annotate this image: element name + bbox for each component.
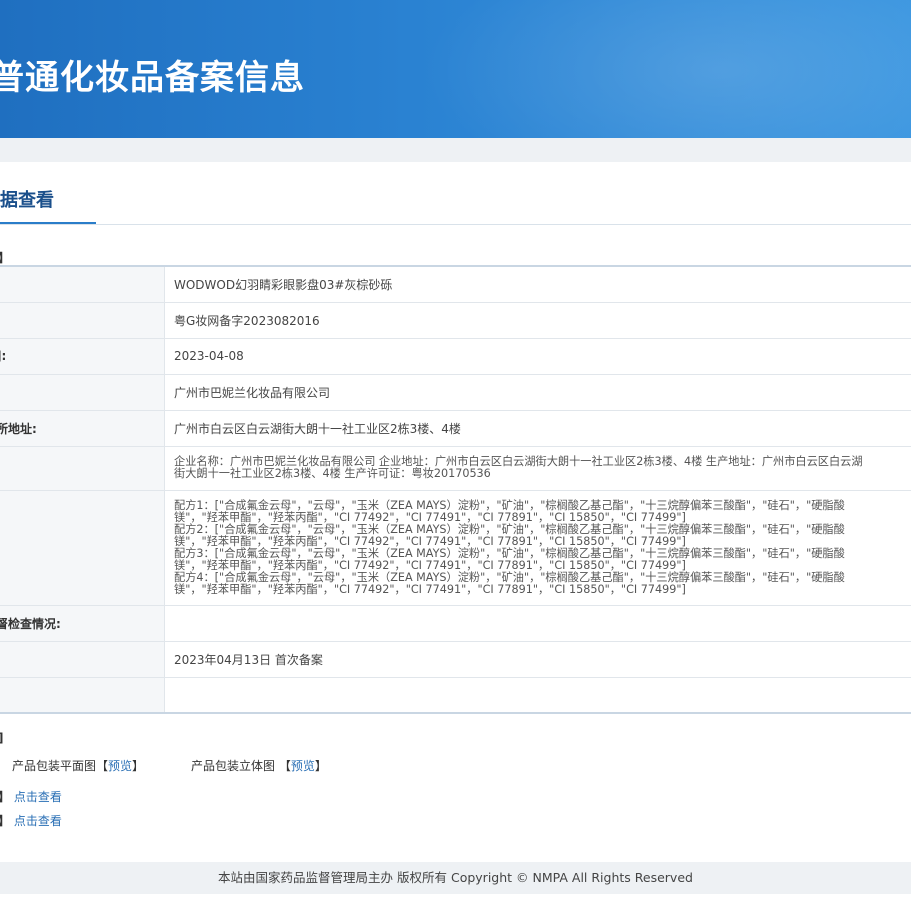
view-link[interactable]: 点击查看 bbox=[14, 814, 62, 828]
preview-3d-link[interactable]: 预览 bbox=[291, 759, 315, 773]
formula-line: 配方4：["合成氟金云母"，"云母"，"玉米（ZEA MAYS）淀粉"，"矿油"… bbox=[174, 570, 845, 584]
row-label: 督检查情况: bbox=[0, 616, 61, 631]
filer-address-value: 广州市白云区白云湖街大朗十一社工业区2栋3楼、4楼 bbox=[164, 410, 911, 447]
row-label: : bbox=[0, 277, 164, 291]
filer-name-value: 广州市巴妮兰化妆品有限公司 bbox=[164, 374, 911, 411]
row-label: ]: bbox=[0, 349, 7, 363]
manufacturer-value: 企业名称：广州市巴妮兰化妆品有限公司 企业地址：广州市白云区白云湖街大朗十一社工… bbox=[164, 446, 911, 491]
table-row: : 企业名称：广州市巴妮兰化妆品有限公司 企业地址：广州市白云区白云湖街大朗十一… bbox=[0, 446, 911, 491]
formula-line: 镁"，"羟苯甲酯"，"羟苯丙酯"，"CI 77492"，"CI 77491"，"… bbox=[174, 534, 686, 548]
divider bbox=[0, 224, 911, 225]
product-name-value: WODWOD幻羽睛彩眼影盘03#灰棕砂砾 bbox=[164, 266, 911, 303]
table-row: 所地址: 广州市白云区白云湖街大朗十一社工业区2栋3楼、4楼 bbox=[0, 410, 911, 447]
filing-date-value: 2023-04-08 bbox=[164, 338, 911, 375]
change-history-value: 2023年04月13日 首次备案 bbox=[164, 641, 911, 678]
record-table: : WODWOD幻羽睛彩眼影盘03#灰棕砂砾 : 粤G妆网备字202308201… bbox=[0, 265, 911, 714]
row-label: : bbox=[0, 652, 164, 666]
formula-line: 镁"，"羟苯甲酯"，"羟苯丙酯"，"CI 77492"，"CI 77491"，"… bbox=[174, 582, 686, 596]
filing-number-value: 粤G妆网备字2023082016 bbox=[164, 302, 911, 339]
formula-line: 镁"，"羟苯甲酯"，"羟苯丙酯"，"CI 77492"，"CI 77491"，"… bbox=[174, 510, 686, 524]
attachment-row: 】 点击查看 bbox=[0, 812, 62, 829]
attachment-row: 】 点击查看 bbox=[0, 788, 62, 805]
preview-flat-link[interactable]: 预览 bbox=[108, 759, 132, 773]
package-flat-image: 产品包装平面图【预览】 bbox=[12, 759, 145, 773]
table-row: ]: 2023-04-08 bbox=[0, 338, 911, 375]
manufacturer-line: 街大朗十一社工业区2栋3楼、4楼 生产许可证：粤妆20170536 bbox=[174, 467, 491, 480]
formula-value: 配方1：["合成氟金云母"，"云母"，"玉米（ZEA MAYS）淀粉"，"矿油"… bbox=[164, 490, 911, 606]
table-row bbox=[0, 677, 911, 714]
formula-line: 配方2：["合成氟金云母"，"云母"，"玉米（ZEA MAYS）淀粉"，"矿油"… bbox=[174, 522, 845, 536]
footer-copyright: 本站由国家药品监督管理局主办 版权所有 Copyright © NMPA All… bbox=[0, 862, 911, 894]
page-title: 普通化妆品备案信息 bbox=[0, 58, 305, 98]
nav-strip bbox=[0, 138, 911, 162]
package-3d-image: 产品包装立体图 【预览】 bbox=[191, 759, 327, 773]
view-link[interactable]: 点击查看 bbox=[14, 790, 62, 804]
table-row: 广州市巴妮兰化妆品有限公司 bbox=[0, 374, 911, 411]
row-label: 所地址: bbox=[0, 421, 37, 436]
formula-line: 镁"，"羟苯甲酯"，"羟苯丙酯"，"CI 77492"，"CI 77491"，"… bbox=[174, 558, 686, 572]
section-heading: 】 bbox=[0, 249, 10, 266]
attachments-heading: ] bbox=[0, 731, 3, 745]
table-row: : 粤G妆网备字2023082016 bbox=[0, 302, 911, 339]
tab-data-view[interactable]: 据查看 bbox=[0, 186, 54, 212]
header-banner: 普通化妆品备案信息 bbox=[0, 0, 911, 138]
banner-decoration bbox=[420, 0, 911, 138]
formula-line: 配方3：["合成氟金云母"，"云母"，"玉米（ZEA MAYS）淀粉"，"矿油"… bbox=[174, 546, 845, 560]
row-label: : bbox=[0, 461, 164, 475]
inspection-value bbox=[164, 605, 911, 642]
remark-value bbox=[164, 677, 911, 714]
formula-line: 配方1：["合成氟金云母"，"云母"，"玉米（ZEA MAYS）淀粉"，"矿油"… bbox=[174, 498, 845, 512]
table-row: : 2023年04月13日 首次备案 bbox=[0, 641, 911, 678]
table-row: 督检查情况: bbox=[0, 605, 911, 642]
row-label: : bbox=[0, 313, 164, 327]
table-row: 配方1：["合成氟金云母"，"云母"，"玉米（ZEA MAYS）淀粉"，"矿油"… bbox=[0, 490, 911, 606]
table-row: : WODWOD幻羽睛彩眼影盘03#灰棕砂砾 bbox=[0, 266, 911, 303]
